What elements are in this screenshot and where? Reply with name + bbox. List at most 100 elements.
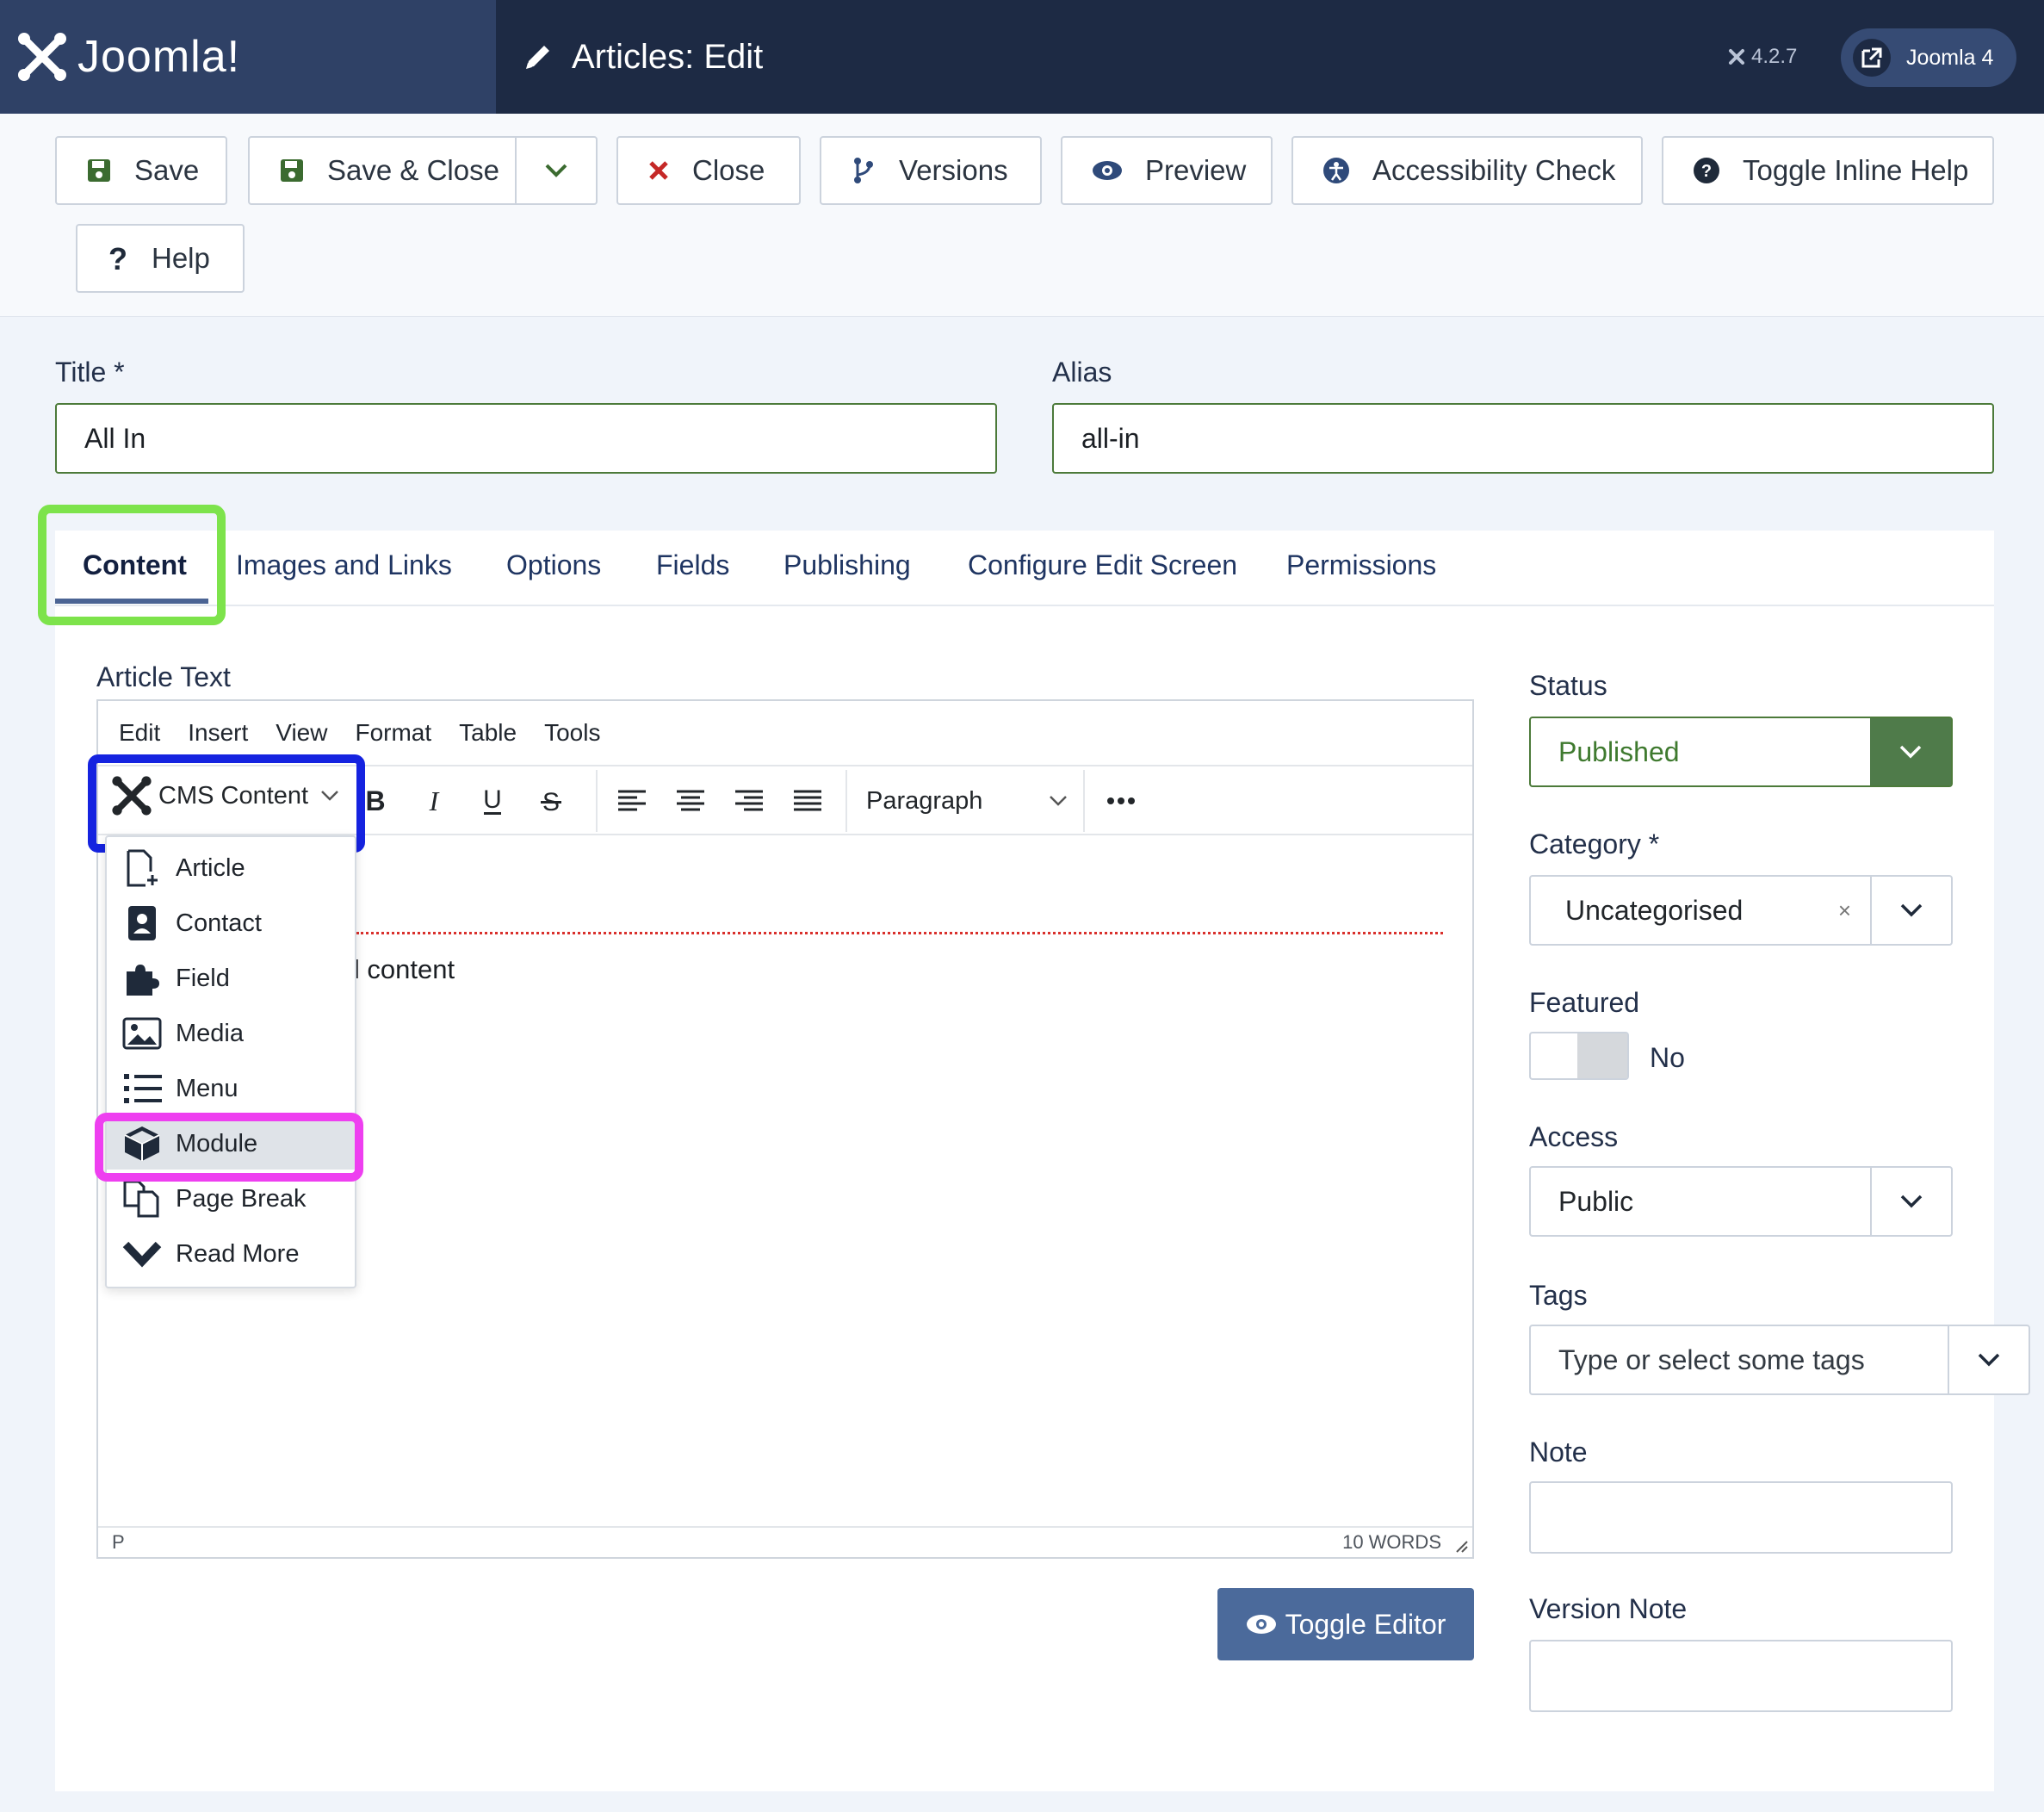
page-title-text: Articles: Edit <box>572 37 764 76</box>
underline-button[interactable]: U <box>474 782 511 820</box>
dropdown-item-field[interactable]: Field <box>107 953 355 1004</box>
status-select[interactable]: Published <box>1529 717 1953 787</box>
toolbar-separator <box>845 770 847 832</box>
help-button[interactable]: ? Help <box>76 224 245 293</box>
eye-icon <box>1092 160 1123 181</box>
version-note-input[interactable] <box>1529 1640 1953 1712</box>
align-center-button[interactable] <box>672 782 709 820</box>
status-dropdown-arrow[interactable] <box>1870 718 1951 785</box>
dropdown-item-contact[interactable]: Contact <box>107 897 355 949</box>
tab-permissions[interactable]: Permissions <box>1286 549 1436 581</box>
tab-fields[interactable]: Fields <box>656 549 729 581</box>
dropdown-item-read-more[interactable]: Read More <box>107 1228 355 1280</box>
svg-text:U: U <box>483 786 502 814</box>
chevron-down-icon <box>1900 903 1923 917</box>
justify-button[interactable] <box>789 782 827 820</box>
note-input[interactable] <box>1529 1481 1953 1554</box>
tab-options[interactable]: Options <box>506 549 601 581</box>
content-tab-highlight <box>38 505 226 625</box>
title-input[interactable]: All In <box>55 403 997 474</box>
question-circle-icon: ? <box>1693 157 1720 184</box>
alias-input[interactable]: all-in <box>1052 403 1994 474</box>
more-options-button[interactable] <box>1102 782 1140 820</box>
site-link-button[interactable]: Joomla 4 <box>1841 28 2016 87</box>
block-format-select[interactable]: Paragraph <box>866 782 1073 820</box>
toggle-inline-help-label: Toggle Inline Help <box>1743 154 1969 186</box>
access-value: Public <box>1558 1185 1634 1217</box>
note-label: Note <box>1529 1437 1588 1468</box>
category-clear-button[interactable]: × <box>1838 897 1851 924</box>
access-dropdown-arrow[interactable] <box>1870 1168 1951 1235</box>
category-dropdown-arrow[interactable] <box>1870 877 1951 944</box>
dropdown-item-article[interactable]: Article <box>107 842 355 894</box>
joomla-logo-icon <box>18 33 66 81</box>
save-button[interactable]: Save <box>55 136 227 205</box>
chevron-down-icon <box>1899 745 1922 759</box>
tags-placeholder: Type or select some tags <box>1558 1343 1865 1375</box>
copy-icon <box>121 1177 164 1220</box>
italic-icon: I <box>429 787 440 815</box>
dropdown-item-label: Media <box>176 1019 244 1047</box>
floppy-icon <box>86 158 112 183</box>
toolbar: Save Save & Close Close Versions Preview… <box>0 114 2044 317</box>
save-close-label: Save & Close <box>327 154 499 186</box>
menu-format[interactable]: Format <box>355 719 431 747</box>
italic-button[interactable]: I <box>415 782 453 820</box>
svg-text:I: I <box>429 787 440 815</box>
dropdown-item-label: Page Break <box>176 1184 307 1213</box>
dropdown-item-media[interactable]: Media <box>107 1008 355 1059</box>
tab-configure-edit-screen[interactable]: Configure Edit Screen <box>968 549 1237 581</box>
block-format-value: Paragraph <box>866 786 983 815</box>
resize-handle-icon[interactable] <box>1453 1538 1469 1554</box>
dropdown-item-menu[interactable]: Menu <box>107 1063 355 1114</box>
toggle-inline-help-button[interactable]: ? Toggle Inline Help <box>1662 136 1994 205</box>
element-path[interactable]: P <box>112 1531 125 1554</box>
version-note-label: Version Note <box>1529 1593 1688 1624</box>
chevron-down-icon <box>1050 796 1067 806</box>
preview-button[interactable]: Preview <box>1061 136 1273 205</box>
module-item-highlight <box>95 1113 363 1182</box>
tab-publishing[interactable]: Publishing <box>784 549 911 581</box>
code-branch-icon <box>851 156 876 185</box>
tags-dropdown-arrow[interactable] <box>1948 1326 2029 1393</box>
more-horizontal-icon <box>1107 797 1135 804</box>
external-link-icon <box>1853 39 1891 77</box>
save-close-button[interactable]: Save & Close <box>248 136 598 205</box>
strikethrough-button[interactable]: S <box>532 782 570 820</box>
page-break-line <box>356 932 1443 934</box>
access-select[interactable]: Public <box>1529 1166 1953 1237</box>
access-label: Access <box>1529 1121 1619 1152</box>
brand-name: Joomla! <box>77 32 241 82</box>
menu-view[interactable]: View <box>276 719 327 747</box>
svg-text:B: B <box>365 787 385 815</box>
close-icon <box>647 159 670 182</box>
tab-images-and-links[interactable]: Images and Links <box>236 549 452 581</box>
word-count: 10 WORDS <box>1342 1531 1441 1553</box>
versions-button[interactable]: Versions <box>820 136 1042 205</box>
svg-text:?: ? <box>1701 162 1712 181</box>
save-options-dropdown[interactable] <box>515 138 596 203</box>
category-select[interactable]: Uncategorised × <box>1529 875 1953 946</box>
joomla-logo[interactable]: Joomla! <box>0 0 496 114</box>
toggle-editor-button[interactable]: Toggle Editor <box>1217 1588 1474 1660</box>
article-text-label: Article Text <box>96 661 231 692</box>
menu-tools[interactable]: Tools <box>544 719 600 747</box>
preview-label: Preview <box>1145 154 1247 186</box>
menu-insert[interactable]: Insert <box>188 719 248 747</box>
menu-table[interactable]: Table <box>459 719 517 747</box>
address-book-icon <box>121 902 164 945</box>
toolbar-separator <box>596 770 598 832</box>
accessibility-check-label: Accessibility Check <box>1372 154 1616 186</box>
align-right-button[interactable] <box>730 782 768 820</box>
tags-input[interactable]: Type or select some tags <box>1529 1325 2030 1395</box>
menu-edit[interactable]: Edit <box>119 719 160 747</box>
chevron-down-icon <box>1978 1353 2000 1367</box>
site-link-label: Joomla 4 <box>1906 45 1994 70</box>
align-left-button[interactable] <box>613 782 651 820</box>
top-header: Joomla! Articles: Edit 4.2.7 Joomla 4 <box>0 0 2044 114</box>
close-button[interactable]: Close <box>616 136 801 205</box>
accessibility-check-button[interactable]: Accessibility Check <box>1291 136 1643 205</box>
editor-statusbar: P 10 WORDS <box>98 1526 1472 1557</box>
editor-body-text[interactable]: ll content <box>348 954 455 985</box>
featured-toggle[interactable] <box>1529 1032 1629 1080</box>
